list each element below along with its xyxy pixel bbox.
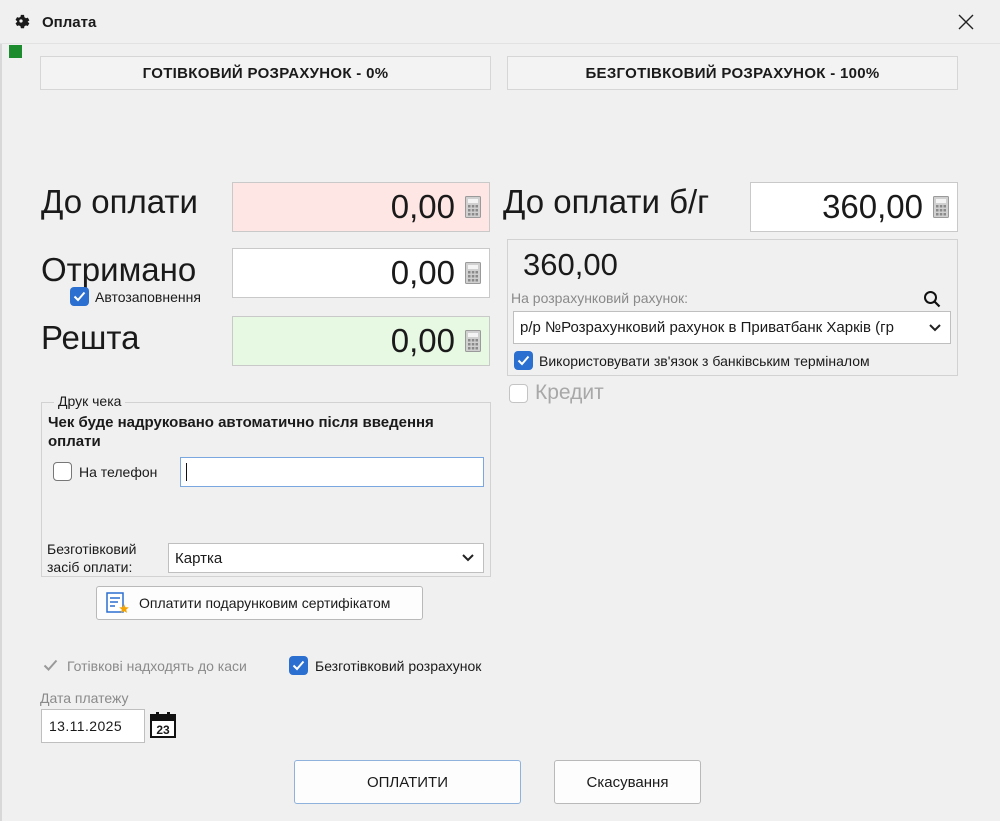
left-edge — [0, 44, 2, 821]
cash-to-register-check-box[interactable] — [41, 656, 60, 675]
certificate-icon — [106, 592, 129, 613]
received-label: Отримано — [41, 251, 197, 288]
cashless-to-pay-label: До оплати б/г — [503, 183, 710, 220]
terminal-label: Використовувати зв'язок з банківським те… — [539, 352, 870, 369]
phone-label: На телефон — [79, 463, 158, 480]
credit-checkbox[interactable]: Кредит — [509, 381, 604, 405]
calendar-day: 23 — [156, 723, 170, 737]
search-icon — [924, 291, 941, 308]
gift-certificate-label: Оплатити подарунковим сертифікатом — [139, 595, 391, 611]
cashless-mode-button[interactable]: БЕЗГОТІВКОВИЙ РОЗРАХУНОК - 100% — [507, 56, 958, 90]
calculator-icon — [465, 262, 481, 284]
check-icon — [43, 659, 58, 671]
cashless-method-label: Безготівковий засіб оплати: — [47, 541, 137, 575]
cashless-amount-display: 360,00 — [523, 247, 618, 282]
calculator-icon — [465, 330, 481, 352]
to-pay-label: До оплати — [41, 183, 198, 220]
cashless-to-pay-value: 360,00 — [822, 188, 923, 225]
close-button[interactable] — [950, 8, 982, 36]
change-value: 0,00 — [390, 322, 455, 359]
received-value: 0,00 — [390, 254, 455, 291]
credit-check-box[interactable] — [509, 383, 528, 403]
receipt-info-text: Чек буде надруковано автоматично після в… — [48, 414, 434, 450]
cancel-button[interactable]: Скасування — [554, 760, 701, 804]
cashless-payment-check-box[interactable] — [289, 656, 308, 675]
phone-check-box[interactable] — [53, 462, 72, 481]
payment-date-value: 13.11.2025 — [49, 718, 123, 734]
cash-to-register-label: Готівкові надходять до каси — [67, 657, 247, 674]
cash-mode-button[interactable]: ГОТІВКОВИЙ РОЗРАХУНОК - 0% — [40, 56, 491, 90]
cashless-to-pay-field[interactable]: 360,00 — [750, 182, 958, 232]
calculator-icon — [465, 196, 481, 218]
title-bar — [0, 0, 1000, 44]
to-pay-field[interactable]: 0,00 — [232, 182, 490, 232]
cashless-payment-label: Безготівковий розрахунок — [315, 657, 482, 674]
pay-button[interactable]: ОПЛАТИТИ — [294, 760, 521, 804]
gear-icon — [15, 14, 30, 29]
terminal-checkbox[interactable]: Використовувати зв'язок з банківським те… — [514, 351, 870, 370]
cashless-payment-checkbox[interactable]: Безготівковий розрахунок — [289, 656, 481, 675]
change-label: Решта — [41, 319, 140, 356]
check-icon — [292, 660, 305, 671]
cash-to-register-checkbox[interactable]: Готівкові надходять до каси — [41, 656, 247, 675]
account-label: На розрахунковий рахунок: — [511, 290, 689, 306]
chevron-down-icon — [462, 554, 474, 562]
phone-checkbox[interactable]: На телефон — [53, 462, 157, 481]
calendar-button[interactable]: 23 — [149, 711, 177, 739]
gift-certificate-button[interactable]: Оплатити подарунковим сертифікатом — [96, 586, 423, 620]
terminal-check-box[interactable] — [514, 351, 533, 370]
autofill-checkbox[interactable]: Автозаповнення — [70, 287, 201, 306]
check-icon — [517, 355, 530, 366]
receipt-group-title: Друк чека — [54, 393, 126, 409]
to-pay-value: 0,00 — [390, 188, 455, 225]
text-cursor — [186, 463, 187, 481]
account-search-button[interactable] — [923, 290, 943, 310]
change-field[interactable]: 0,00 — [232, 316, 490, 366]
phone-input[interactable] — [180, 457, 484, 487]
check-icon — [73, 291, 86, 302]
account-value: р/р №Розрахунковий рахунок в Приватбанк … — [520, 319, 894, 336]
window-title: Оплата — [42, 14, 97, 31]
chevron-down-icon — [929, 323, 941, 331]
calculator-icon — [933, 196, 949, 218]
autofill-label: Автозаповнення — [95, 288, 201, 305]
payment-date-input[interactable]: 13.11.2025 — [41, 709, 145, 743]
account-select[interactable]: р/р №Розрахунковий рахунок в Приватбанк … — [513, 311, 951, 344]
autofill-check-box[interactable] — [70, 287, 89, 306]
payment-date-label: Дата платежу — [40, 690, 129, 706]
cashless-method-value: Картка — [175, 549, 223, 567]
cashless-method-select[interactable]: Картка — [168, 543, 484, 573]
close-icon — [958, 14, 974, 30]
credit-label: Кредит — [535, 381, 604, 404]
received-field[interactable]: 0,00 — [232, 248, 490, 298]
status-indicator — [9, 45, 22, 58]
